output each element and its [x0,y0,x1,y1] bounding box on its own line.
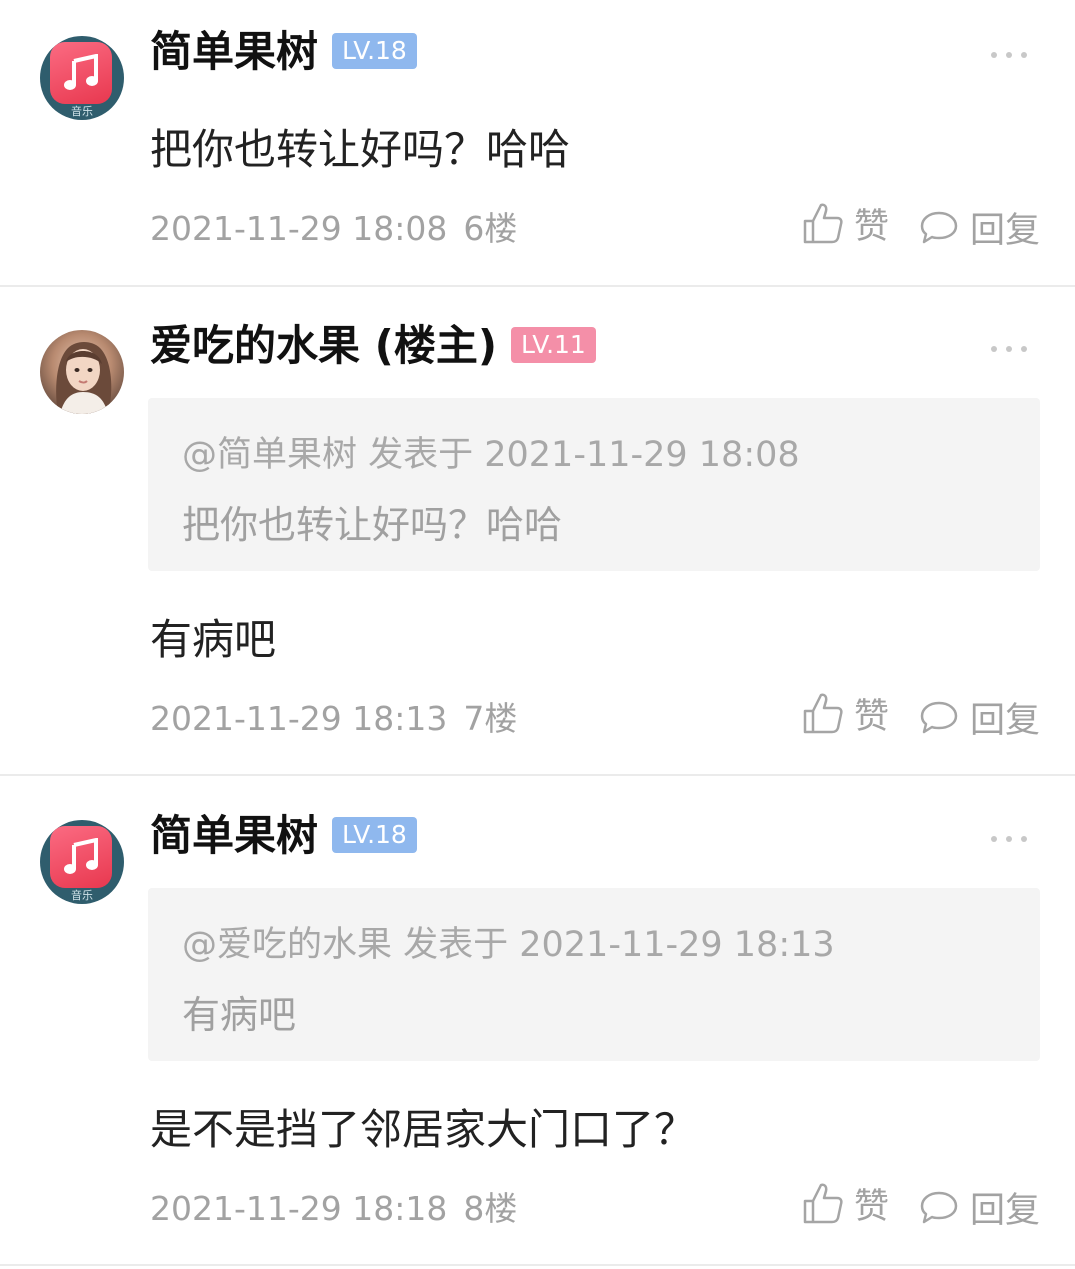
timestamp: 2021-11-29 18:13 [150,699,448,738]
comment-bubble-icon [920,211,958,244]
comment-bubble-icon [920,1191,958,1224]
like-label: 赞 [854,206,890,247]
thumbs-up-icon [803,693,843,734]
profile-photo-icon [56,342,112,414]
like-button[interactable]: 赞 [802,688,889,738]
comment-meta: 2021-11-29 18:18 8楼 [150,1182,517,1230]
reply-button[interactable]: 回复 [918,692,1040,742]
like-button[interactable]: 赞 [802,198,889,248]
quote-text: 把你也转让好吗？哈哈 [182,503,563,547]
level-badge: LV.11 [511,326,596,363]
like-label: 赞 [854,1186,890,1227]
music-app-icon [50,826,112,888]
comment-meta: 2021-11-29 18:08 6楼 [150,202,517,250]
quote-meta: @爱吃的水果 发表于 2021-11-29 18:13 [182,925,835,965]
like-button[interactable]: 赞 [802,1178,889,1228]
floor-number: 6楼 [463,209,518,248]
comment-floor-8: 音乐 简单果树 LV.18 @爱吃的水果 发表于 2021-11-29 18:13… [0,784,1075,1269]
avatar-app-label: 音乐 [71,105,93,118]
reply-button[interactable]: 回复 [918,1182,1040,1232]
quote-text: 有病吧 [182,993,297,1037]
quote-meta: @简单果树 发表于 2021-11-29 18:08 [182,435,800,475]
reply-label: 回复 [970,1190,1041,1231]
more-options-icon[interactable] [991,52,1027,60]
like-label: 赞 [854,696,890,737]
avatar[interactable]: 音乐 [40,36,124,120]
reply-button[interactable]: 回复 [918,202,1040,252]
thumbs-up-icon [803,203,843,244]
avatar-app-label: 音乐 [71,889,93,902]
avatar[interactable]: 音乐 [40,820,124,904]
timestamp: 2021-11-29 18:18 [150,1189,448,1228]
quoted-comment[interactable]: @简单果树 发表于 2021-11-29 18:08 把你也转让好吗？哈哈 [148,398,1040,571]
reply-label: 回复 [970,700,1041,741]
floor-number: 8楼 [463,1189,518,1228]
music-app-icon [50,42,112,104]
reply-label: 回复 [970,210,1041,251]
level-badge: LV.18 [332,816,417,853]
divider [0,774,1075,776]
username[interactable]: 简单果树 LV.18 [150,24,417,80]
quoted-comment[interactable]: @爱吃的水果 发表于 2021-11-29 18:13 有病吧 [148,888,1040,1061]
more-options-icon[interactable] [991,836,1027,844]
level-badge: LV.18 [332,32,417,69]
thumbs-up-icon [803,1183,843,1224]
comment-content: 有病吧 [150,615,277,664]
floor-number: 7楼 [463,699,518,738]
comment-floor-7: 爱吃的水果 (楼主) LV.11 @简单果树 发表于 2021-11-29 18:… [0,294,1075,774]
comment-bubble-icon [920,701,958,734]
username[interactable]: 爱吃的水果 (楼主) LV.11 [150,318,596,374]
divider [0,1264,1075,1266]
username[interactable]: 简单果树 LV.18 [150,808,417,864]
more-options-icon[interactable] [991,346,1027,354]
divider [0,285,1075,287]
comment-content: 把你也转让好吗？哈哈 [150,125,571,174]
comment-floor-6: 音乐 简单果树 LV.18 把你也转让好吗？哈哈 2021-11-29 18:08… [0,0,1075,286]
comment-content: 是不是挡了邻居家大门口了？ [150,1105,697,1154]
timestamp: 2021-11-29 18:08 [150,209,448,248]
comment-meta: 2021-11-29 18:13 7楼 [150,692,517,740]
avatar[interactable] [40,330,124,414]
